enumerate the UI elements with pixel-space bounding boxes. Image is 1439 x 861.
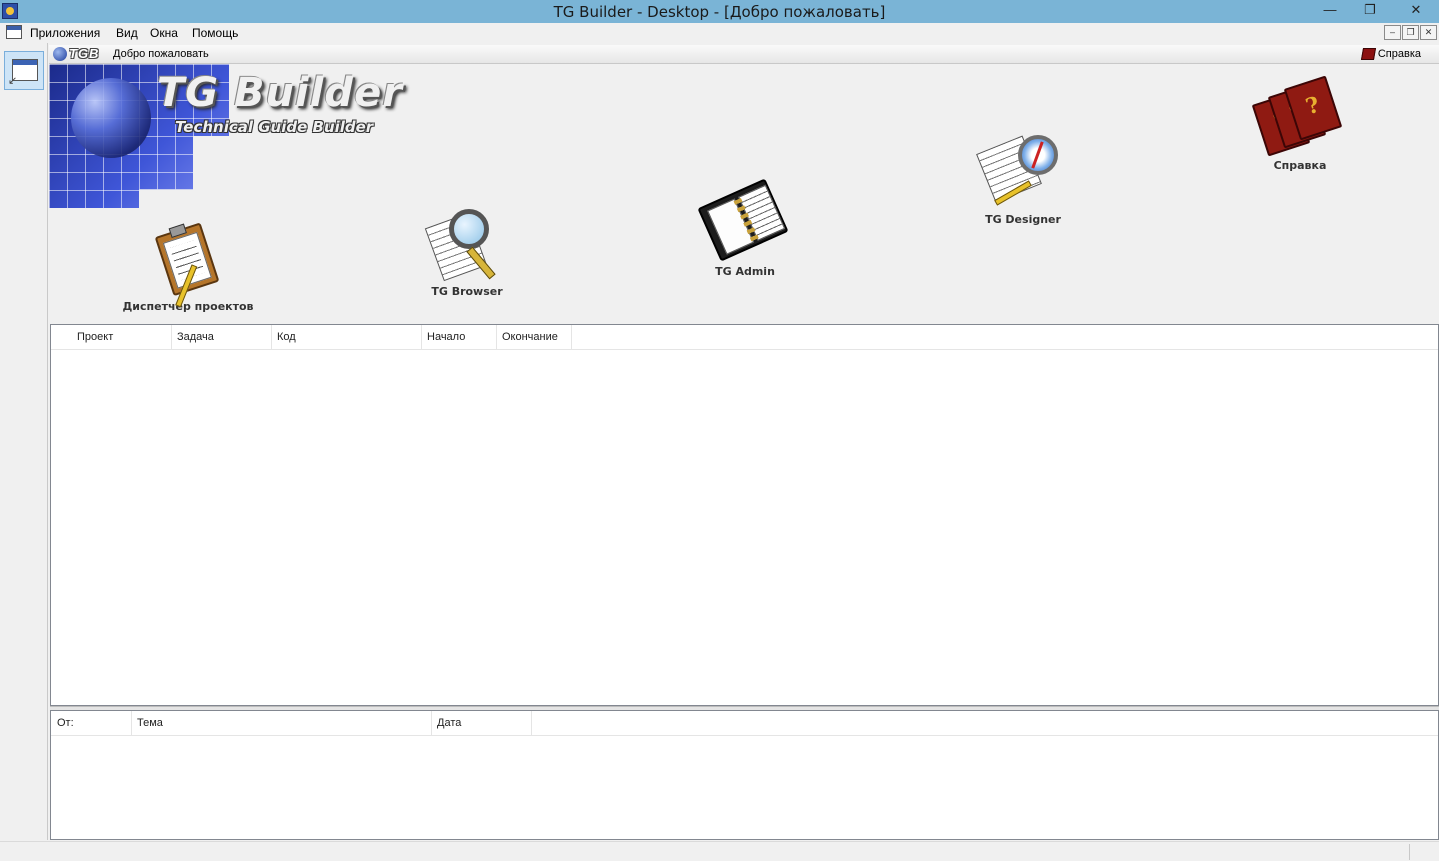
column-header-end[interactable]: Окончание [497, 325, 572, 350]
status-bar [0, 841, 1439, 861]
minimize-button[interactable]: — [1315, 0, 1345, 21]
welcome-window-button[interactable]: ↙ [4, 51, 44, 90]
tgb-logo-text: TGB [69, 46, 100, 61]
brand-subtitle: Technical Guide Builder [175, 118, 374, 136]
title-bar: TG Builder - Desktop - [Добро пожаловать… [0, 0, 1439, 23]
child-minimize-button[interactable]: – [1384, 25, 1401, 40]
help-book-icon[interactable] [1360, 48, 1377, 60]
help-books-icon [1251, 75, 1343, 157]
menu-help[interactable]: Помощь [192, 26, 238, 40]
launcher-label: Справка [1273, 159, 1327, 172]
magnifier-icon [424, 205, 507, 282]
child-caption: Добро пожаловать [113, 48, 209, 60]
launcher-label: Диспетчер проектов [122, 300, 254, 313]
left-toolbar: ↙ [0, 43, 48, 840]
help-link[interactable]: Справка [1378, 48, 1421, 60]
column-header-date[interactable]: Дата [432, 711, 532, 736]
projects-table[interactable]: Проект Задача Код Начало Окончание [50, 324, 1439, 706]
messages-table-header: От: Тема Дата [51, 711, 1438, 736]
child-system-menu-icon[interactable] [6, 25, 22, 39]
restore-button[interactable]: ❐ [1347, 0, 1393, 21]
launcher-label: TG Designer [985, 213, 1061, 226]
column-header-start[interactable]: Начало [422, 325, 497, 350]
status-pane [1409, 844, 1439, 860]
clipboard-icon [147, 214, 229, 308]
launcher-tg-designer[interactable]: TG Designer [976, 129, 1067, 226]
menu-windows[interactable]: Окна [150, 26, 178, 40]
brand-title: TG Builder [157, 70, 403, 116]
shortcut-arrow-icon: ↙ [8, 75, 18, 87]
tgb-logo-icon [53, 47, 67, 61]
launcher-label: TG Browser [431, 285, 503, 298]
launcher-project-manager[interactable]: Диспетчер проектов [121, 222, 255, 313]
launcher-label: TG Admin [715, 265, 775, 278]
child-restore-button[interactable]: ❐ [1402, 25, 1419, 40]
globe-icon [71, 78, 151, 158]
column-header-project[interactable]: Проект [72, 325, 172, 350]
menu-bar: Приложения Вид Окна Помощь [0, 23, 1439, 43]
binder-icon [697, 178, 790, 262]
close-button[interactable]: ✕ [1393, 0, 1439, 21]
launcher-help[interactable]: Справка [1251, 75, 1345, 172]
messages-table[interactable]: От: Тема Дата [50, 710, 1439, 840]
menu-applications[interactable]: Приложения [30, 26, 100, 40]
launcher-tg-admin[interactable]: TG Admin [697, 178, 791, 278]
column-header-subject[interactable]: Тема [132, 711, 432, 736]
menu-view[interactable]: Вид [116, 26, 138, 40]
child-close-button[interactable]: ✕ [1420, 25, 1437, 40]
column-header-code[interactable]: Код [272, 325, 422, 350]
column-header-task[interactable]: Задача [172, 325, 272, 350]
welcome-window: TGB Добро пожаловать Справка TG Builder … [49, 45, 1439, 841]
launcher-tg-browser[interactable]: TG Browser [419, 205, 515, 298]
column-header-from[interactable]: От: [52, 711, 132, 736]
window-title: TG Builder - Desktop - [Добро пожаловать… [553, 3, 886, 21]
child-header: TGB Добро пожаловать Справка [49, 45, 1439, 64]
projects-table-header: Проект Задача Код Начало Окончание [51, 325, 1438, 350]
brand-banner: TG Builder Technical Guide Builder [49, 64, 409, 208]
compass-icon [976, 129, 1066, 209]
